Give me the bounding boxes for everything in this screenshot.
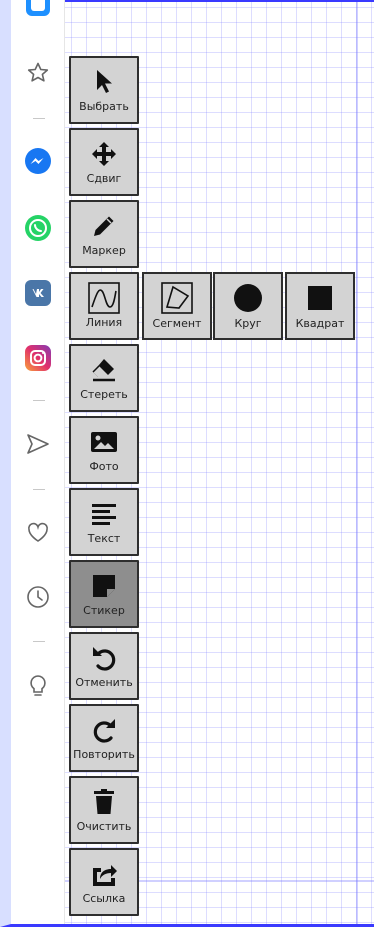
- tool-erase-button[interactable]: Стереть: [69, 344, 139, 412]
- whatsapp-icon[interactable]: [24, 214, 52, 242]
- grid-major-line: [356, 0, 358, 924]
- separator: [33, 118, 45, 119]
- tool-redo-button[interactable]: Повторить: [69, 704, 139, 772]
- square-icon: [306, 282, 334, 314]
- tool-label: Сдвиг: [86, 172, 122, 185]
- tool-label: Очистить: [76, 820, 132, 833]
- tool-label: Выбрать: [79, 100, 129, 113]
- tool-label: Текст: [87, 532, 121, 545]
- vk-icon[interactable]: [24, 279, 52, 307]
- heart-icon[interactable]: [24, 519, 52, 547]
- redo-icon: [90, 714, 118, 746]
- instagram-icon[interactable]: [24, 344, 52, 372]
- sticker-icon: [91, 570, 117, 602]
- line-icon: [88, 282, 120, 314]
- tool-move-button[interactable]: Сдвиг: [69, 128, 139, 196]
- clock-icon[interactable]: [24, 583, 52, 611]
- tool-photo-button[interactable]: Фото: [69, 416, 139, 484]
- tool-sticker-button[interactable]: Стикер: [69, 560, 139, 628]
- separator: [33, 489, 45, 490]
- trash-icon: [92, 786, 116, 818]
- top-border: [11, 0, 374, 2]
- star-icon[interactable]: [24, 59, 52, 87]
- segment-icon: [161, 282, 193, 314]
- tool-label: Линия: [85, 316, 123, 329]
- tool-clear-button[interactable]: Очистить: [69, 776, 139, 844]
- shape-label: Сегмент: [152, 317, 202, 330]
- separator: [33, 641, 45, 642]
- tool-link-button[interactable]: Ссылка: [69, 848, 139, 916]
- tool-label: Стикер: [83, 604, 125, 617]
- text-icon: [90, 498, 118, 530]
- send-icon[interactable]: [24, 430, 52, 458]
- left-rail: [11, 0, 65, 924]
- image-icon: [90, 426, 118, 458]
- tool-label: Фото: [89, 460, 119, 473]
- pencil-icon: [90, 210, 118, 242]
- move-icon: [90, 138, 118, 170]
- messenger-icon[interactable]: [24, 147, 52, 175]
- tool-text-button[interactable]: Текст: [69, 488, 139, 556]
- circle-icon: [232, 282, 264, 314]
- undo-icon: [90, 642, 118, 674]
- tool-label: Ссылка: [82, 892, 126, 905]
- share-icon: [90, 858, 118, 890]
- tool-select-button[interactable]: Выбрать: [69, 56, 139, 124]
- tool-line-button[interactable]: Линия: [69, 272, 139, 340]
- tool-marker-button[interactable]: Маркер: [69, 200, 139, 268]
- tool-label: Отменить: [75, 676, 133, 689]
- tool-label: Повторить: [73, 748, 135, 761]
- shape-label: Квадрат: [295, 317, 345, 330]
- shape-segment-button[interactable]: Сегмент: [142, 272, 212, 340]
- tool-undo-button[interactable]: Отменить: [69, 632, 139, 700]
- lightbulb-icon[interactable]: [24, 672, 52, 700]
- square-app-icon[interactable]: [24, 0, 52, 18]
- tool-label: Маркер: [82, 244, 126, 257]
- tool-label: Стереть: [80, 388, 128, 401]
- shape-circle-button[interactable]: Круг: [213, 272, 283, 340]
- shape-label: Круг: [234, 317, 262, 330]
- cursor-icon: [92, 66, 116, 98]
- separator: [33, 400, 45, 401]
- eraser-icon: [89, 354, 119, 386]
- shape-square-button[interactable]: Квадрат: [285, 272, 355, 340]
